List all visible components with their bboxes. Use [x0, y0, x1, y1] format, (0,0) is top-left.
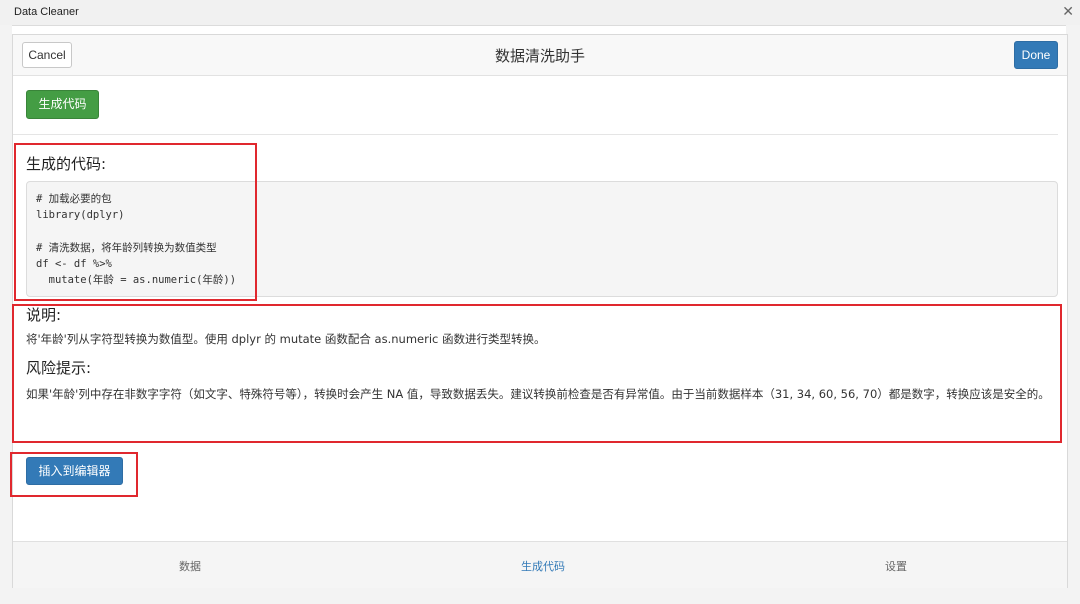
- done-button[interactable]: Done: [1014, 41, 1058, 69]
- backdrop-left: [0, 25, 12, 604]
- generated-code-heading: 生成的代码:: [26, 155, 107, 173]
- dialog-title: 数据清洗助手: [494, 47, 585, 65]
- data-cleaner-dialog: Cancel 数据清洗助手 Done 生成代码 生成的代码: # 加载必要的包 …: [12, 34, 1068, 588]
- risk-heading: 风险提示:: [26, 359, 92, 377]
- explanation-heading: 说明:: [26, 306, 62, 324]
- window-titlebar: Data Cleaner ✕: [0, 0, 1080, 26]
- close-icon[interactable]: ✕: [1062, 4, 1074, 20]
- explanation-text: 将'年龄'列从字符型转换为数值型。使用 dplyr 的 mutate 函数配合 …: [26, 332, 546, 346]
- generate-code-button[interactable]: 生成代码: [26, 90, 99, 119]
- code-block[interactable]: # 加载必要的包 library(dplyr) # 清洗数据，将年龄列转换为数值…: [26, 181, 1058, 297]
- risk-text: 如果'年龄'列中存在非数字字符（如文字、特殊符号等），转换时会产生 NA 值，导…: [26, 387, 1050, 401]
- backdrop-bottom: [0, 586, 1080, 604]
- section-divider: [13, 134, 1058, 135]
- tab-settings[interactable]: 设置: [885, 558, 907, 574]
- insert-to-editor-button[interactable]: 插入到编辑器: [26, 457, 123, 485]
- dialog-header: Cancel 数据清洗助手 Done: [13, 35, 1067, 76]
- window-title: Data Cleaner: [14, 6, 79, 18]
- tab-data[interactable]: 数据: [179, 558, 201, 574]
- backdrop-right: [1066, 25, 1080, 604]
- bottom-tab-bar: 数据 生成代码 设置: [13, 541, 1067, 588]
- tab-generate-code[interactable]: 生成代码: [521, 558, 565, 574]
